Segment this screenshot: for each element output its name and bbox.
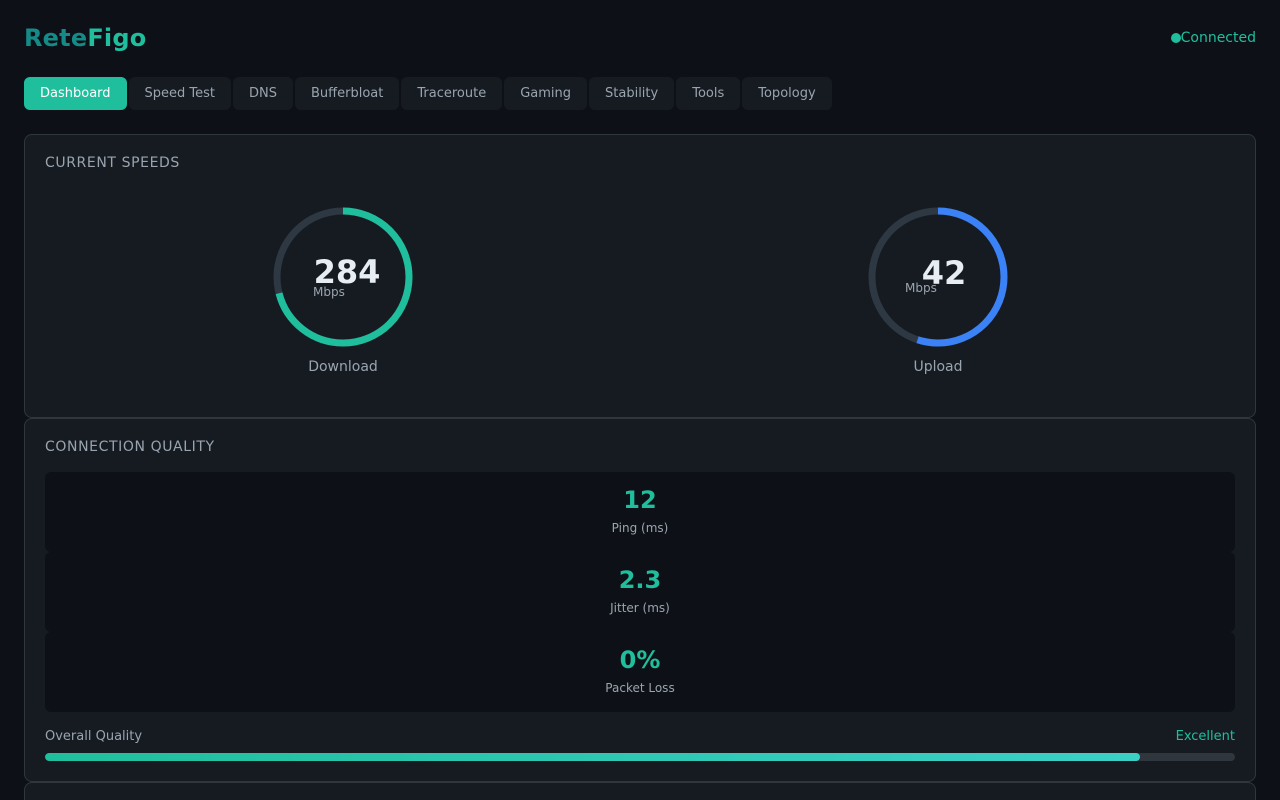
upload-unit: Mbps <box>905 281 937 295</box>
tab-bufferbloat[interactable]: Bufferbloat <box>295 77 400 110</box>
download-gauge: 284 Mbps Download <box>263 207 423 382</box>
app-header: ReteFigo Connected <box>24 22 1256 54</box>
download-unit: Mbps <box>313 285 345 299</box>
packet-loss-metric: 0% Packet Loss <box>45 632 1235 712</box>
ping-label: Ping (ms) <box>611 521 669 535</box>
overall-quality-bar <box>45 753 1235 761</box>
connection-quality-title: CONNECTION QUALITY <box>45 439 215 455</box>
tab-stability[interactable]: Stability <box>589 77 675 110</box>
overall-quality-bar-fill <box>45 753 1140 761</box>
next-section-card <box>24 782 1256 800</box>
download-label: Download <box>308 359 378 375</box>
packet-loss-label: Packet Loss <box>605 681 675 695</box>
status-dot-icon <box>1170 33 1181 43</box>
upload-gauge: 42 Mbps Upload <box>858 207 1018 382</box>
app-logo: ReteFigo <box>24 24 146 52</box>
connection-status: Connected <box>1170 30 1256 46</box>
current-speeds-card: CURRENT SPEEDS 284 Mbps Download 42 Mbps… <box>24 134 1256 418</box>
tab-dns[interactable]: DNS <box>233 77 294 110</box>
current-speeds-title: CURRENT SPEEDS <box>45 155 180 171</box>
jitter-value: 2.3 <box>618 566 662 594</box>
packet-loss-value: 0% <box>619 646 661 674</box>
logo-part-1: Rete <box>24 24 88 52</box>
tab-tools[interactable]: Tools <box>676 77 741 110</box>
connection-status-label: Connected <box>1180 30 1256 46</box>
tab-topology[interactable]: Topology <box>742 77 832 110</box>
connection-quality-card: CONNECTION QUALITY 12 Ping (ms) 2.3 Jitt… <box>24 418 1256 782</box>
overall-quality-label: Overall Quality <box>45 729 143 744</box>
overall-quality-rating: Excellent <box>1175 729 1235 744</box>
ping-metric: 12 Ping (ms) <box>45 472 1235 552</box>
main-tabs: Dashboard Speed Test DNS Bufferbloat Tra… <box>24 77 832 110</box>
logo-part-2: Figo <box>87 24 147 52</box>
tab-dashboard[interactable]: Dashboard <box>24 77 127 110</box>
overall-quality-row: Overall Quality Excellent <box>45 729 1235 744</box>
jitter-metric: 2.3 Jitter (ms) <box>45 552 1235 632</box>
jitter-label: Jitter (ms) <box>610 601 670 615</box>
upload-label: Upload <box>913 359 963 375</box>
upload-value: 42 <box>921 254 967 292</box>
download-value: 284 <box>313 253 381 291</box>
tab-traceroute[interactable]: Traceroute <box>401 77 503 110</box>
tab-speed-test[interactable]: Speed Test <box>128 77 232 110</box>
tab-gaming[interactable]: Gaming <box>504 77 588 110</box>
ping-value: 12 <box>623 486 657 514</box>
